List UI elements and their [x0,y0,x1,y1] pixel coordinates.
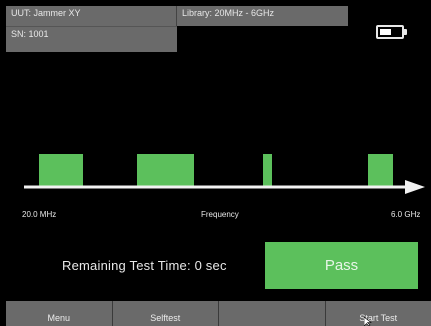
start-test-button[interactable]: Start Test [325,301,431,326]
library-label: Library: 20MHz - 6GHz [177,6,348,26]
frequency-band-2 [137,154,194,186]
pass-result-badge: Pass [265,242,418,289]
mouse-cursor-icon [364,317,372,326]
frequency-min-label: 20.0 MHz [22,210,57,219]
uut-label: UUT: Jammer XY [6,6,177,26]
menu-button[interactable]: Menu [6,301,113,326]
serial-number-label: SN: 1001 [6,26,177,52]
frequency-axis-title: Frequency [201,210,239,219]
battery-icon [376,25,407,39]
selftest-button[interactable]: Selftest [112,301,219,326]
frequency-max-label: 6.0 GHz [391,210,421,219]
blank-softkey-button[interactable] [219,301,326,326]
remaining-test-time: Remaining Test Time: 0 sec [62,258,227,273]
frequency-band-3 [263,154,272,186]
frequency-spectrum [24,154,425,194]
battery-level [380,29,391,35]
frequency-band-4 [368,154,393,186]
frequency-band-1 [39,154,83,186]
axis-arrow-icon [405,180,425,194]
